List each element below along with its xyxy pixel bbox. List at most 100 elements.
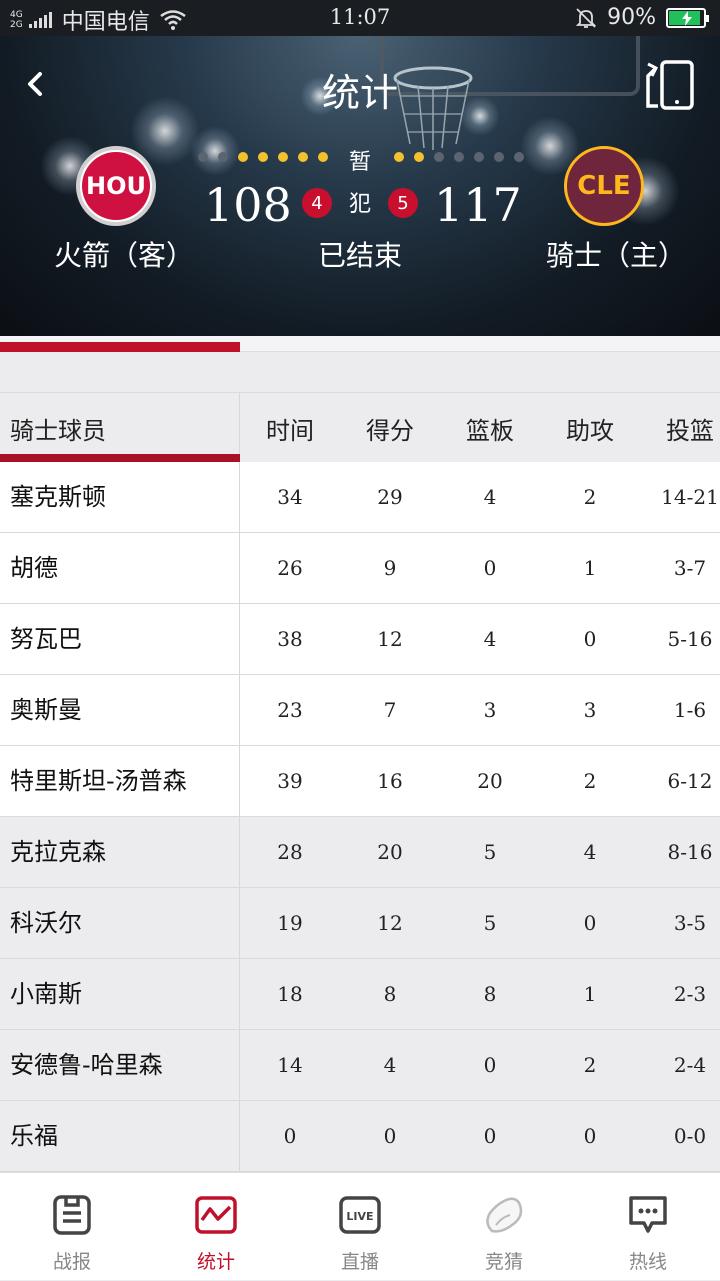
stat-cell-shooting: 14-21 bbox=[661, 485, 719, 509]
stat-cell-points: 9 bbox=[383, 556, 397, 580]
stat-cell-assists: 0 bbox=[583, 911, 597, 935]
table-row[interactable]: 特里斯坦-汤普森 39 16 20 2 6-12 bbox=[0, 746, 720, 817]
player-stats-table: 骑士球员 时间 得分 篮板 助攻 投篮 塞克斯顿 34 29 4 2 14-21 胡德 26 9… bbox=[0, 392, 720, 1172]
timeout-dot bbox=[218, 152, 228, 162]
stat-cell-rebounds: 0 bbox=[483, 1124, 497, 1148]
stat-cell-rebounds: 3 bbox=[483, 698, 497, 722]
column-header-shooting[interactable]: 投篮 bbox=[640, 411, 720, 446]
alarm-muted-icon bbox=[575, 7, 597, 28]
stat-cell-shooting: 0-0 bbox=[673, 1124, 707, 1148]
timeout-dot bbox=[434, 152, 444, 162]
stat-cell-points: 29 bbox=[377, 485, 403, 509]
stat-cell-rebounds: 0 bbox=[483, 556, 497, 580]
stat-cell-minutes: 0 bbox=[283, 1124, 297, 1148]
player-name[interactable]: 小南斯 bbox=[0, 959, 240, 1029]
player-name[interactable]: 奥斯曼 bbox=[0, 675, 240, 745]
home-team-name[interactable]: 骑士（主） bbox=[546, 234, 686, 274]
page-title: 统计 bbox=[321, 71, 398, 115]
stat-cell-rebounds: 4 bbox=[483, 627, 497, 651]
timeout-dot bbox=[258, 152, 268, 162]
nav-report[interactable]: 战报 bbox=[0, 1173, 144, 1281]
stat-cell-assists: 1 bbox=[583, 556, 597, 580]
stat-cell-points: 12 bbox=[377, 911, 403, 935]
stat-cell-shooting: 3-5 bbox=[673, 911, 707, 935]
away-team-logo[interactable]: HOU bbox=[76, 146, 156, 226]
timeout-dot bbox=[414, 152, 424, 162]
timeout-dot bbox=[394, 152, 404, 162]
table-row[interactable]: 小南斯 18 8 8 1 2-3 bbox=[0, 959, 720, 1030]
stat-cell-rebounds: 4 bbox=[483, 485, 497, 509]
player-name[interactable]: 科沃尔 bbox=[0, 888, 240, 958]
stat-cell-points: 20 bbox=[377, 840, 403, 864]
home-team-abbr: CLE bbox=[577, 171, 631, 201]
player-column-header[interactable]: 骑士球员 bbox=[0, 393, 240, 463]
stat-cell-assists: 3 bbox=[583, 698, 597, 722]
column-header-assists[interactable]: 助攻 bbox=[540, 411, 640, 446]
stat-cell-minutes: 38 bbox=[277, 627, 303, 651]
timeout-dot bbox=[278, 152, 288, 162]
stat-cell-shooting: 2-3 bbox=[673, 982, 707, 1006]
table-row[interactable]: 奥斯曼 23 7 3 3 1-6 bbox=[0, 675, 720, 746]
timeout-dot bbox=[514, 152, 524, 162]
nav-live[interactable]: LIVE 直播 bbox=[288, 1173, 432, 1281]
bean-icon bbox=[486, 1197, 523, 1233]
fouls-label: 犯 bbox=[348, 192, 371, 217]
home-team-logo[interactable]: CLE bbox=[564, 146, 644, 226]
section-gap bbox=[0, 352, 720, 392]
timeout-dot bbox=[238, 152, 248, 162]
game-header: 统计 暂 HOU CLE 108 4 犯 5 117 火箭（客） 已结束 骑士（… bbox=[0, 36, 720, 336]
home-score: 117 bbox=[434, 178, 522, 232]
stat-cell-points: 8 bbox=[383, 982, 397, 1006]
table-row[interactable]: 塞克斯顿 34 29 4 2 14-21 bbox=[0, 462, 720, 533]
stat-cell-shooting: 5-16 bbox=[667, 627, 713, 651]
player-name[interactable]: 克拉克森 bbox=[0, 817, 240, 887]
home-fouls-badge: 5 bbox=[388, 188, 418, 218]
stat-cell-rebounds: 8 bbox=[483, 982, 497, 1006]
stat-cell-minutes: 28 bbox=[277, 840, 303, 864]
table-row[interactable]: 克拉克森 28 20 5 4 8-16 bbox=[0, 817, 720, 888]
player-name[interactable]: 特里斯坦-汤普森 bbox=[0, 746, 240, 816]
stat-cell-points: 16 bbox=[377, 769, 403, 793]
table-row[interactable]: 科沃尔 19 12 5 0 3-5 bbox=[0, 888, 720, 959]
timeout-dot bbox=[298, 152, 308, 162]
home-timeouts-indicator bbox=[394, 152, 524, 162]
stat-cell-minutes: 39 bbox=[277, 769, 303, 793]
column-header-minutes[interactable]: 时间 bbox=[240, 411, 340, 446]
table-row[interactable]: 安德鲁-哈里森 14 4 0 2 2-4 bbox=[0, 1030, 720, 1101]
nav-guess-label: 竞猜 bbox=[484, 1251, 523, 1273]
nav-stats[interactable]: 统计 bbox=[144, 1173, 288, 1281]
stat-cell-points: 4 bbox=[383, 1053, 397, 1077]
player-name[interactable]: 努瓦巴 bbox=[0, 604, 240, 674]
player-name[interactable]: 安德鲁-哈里森 bbox=[0, 1030, 240, 1100]
status-bar: 4G 2G 中国电信 11:07 90% bbox=[0, 0, 720, 36]
rotate-screen-icon[interactable] bbox=[642, 58, 696, 112]
timeout-dot bbox=[454, 152, 464, 162]
player-column-label: 骑士球员 bbox=[10, 417, 106, 445]
table-row[interactable]: 乐福 0 0 0 0 0-0 bbox=[0, 1101, 720, 1172]
stat-cell-rebounds: 5 bbox=[483, 840, 497, 864]
away-team-abbr: HOU bbox=[82, 152, 150, 220]
nav-hotline[interactable]: 热线 bbox=[576, 1173, 720, 1281]
clipboard-icon bbox=[53, 1195, 91, 1235]
stat-cell-assists: 1 bbox=[583, 982, 597, 1006]
nav-guess[interactable]: 竞猜 bbox=[432, 1173, 576, 1281]
stat-cell-assists: 0 bbox=[583, 627, 597, 651]
timeout-dot bbox=[318, 152, 328, 162]
battery-percent: 90% bbox=[607, 5, 656, 30]
column-header-points[interactable]: 得分 bbox=[340, 411, 440, 446]
timeout-dot bbox=[474, 152, 484, 162]
player-name[interactable]: 塞克斯顿 bbox=[0, 462, 240, 532]
stat-cell-minutes: 14 bbox=[277, 1053, 303, 1077]
stat-cell-minutes: 19 bbox=[277, 911, 303, 935]
table-row[interactable]: 胡德 26 9 0 1 3-7 bbox=[0, 533, 720, 604]
live-tv-icon: LIVE bbox=[339, 1196, 381, 1234]
stat-cell-rebounds: 0 bbox=[483, 1053, 497, 1077]
nav-stats-label: 统计 bbox=[196, 1251, 235, 1273]
nav-hotline-label: 热线 bbox=[628, 1251, 667, 1273]
player-name[interactable]: 乐福 bbox=[0, 1101, 240, 1171]
away-score: 108 bbox=[204, 178, 292, 232]
player-name[interactable]: 胡德 bbox=[0, 533, 240, 603]
table-row[interactable]: 努瓦巴 38 12 4 0 5-16 bbox=[0, 604, 720, 675]
away-timeouts-indicator bbox=[198, 152, 328, 162]
column-header-rebounds[interactable]: 篮板 bbox=[440, 411, 540, 446]
